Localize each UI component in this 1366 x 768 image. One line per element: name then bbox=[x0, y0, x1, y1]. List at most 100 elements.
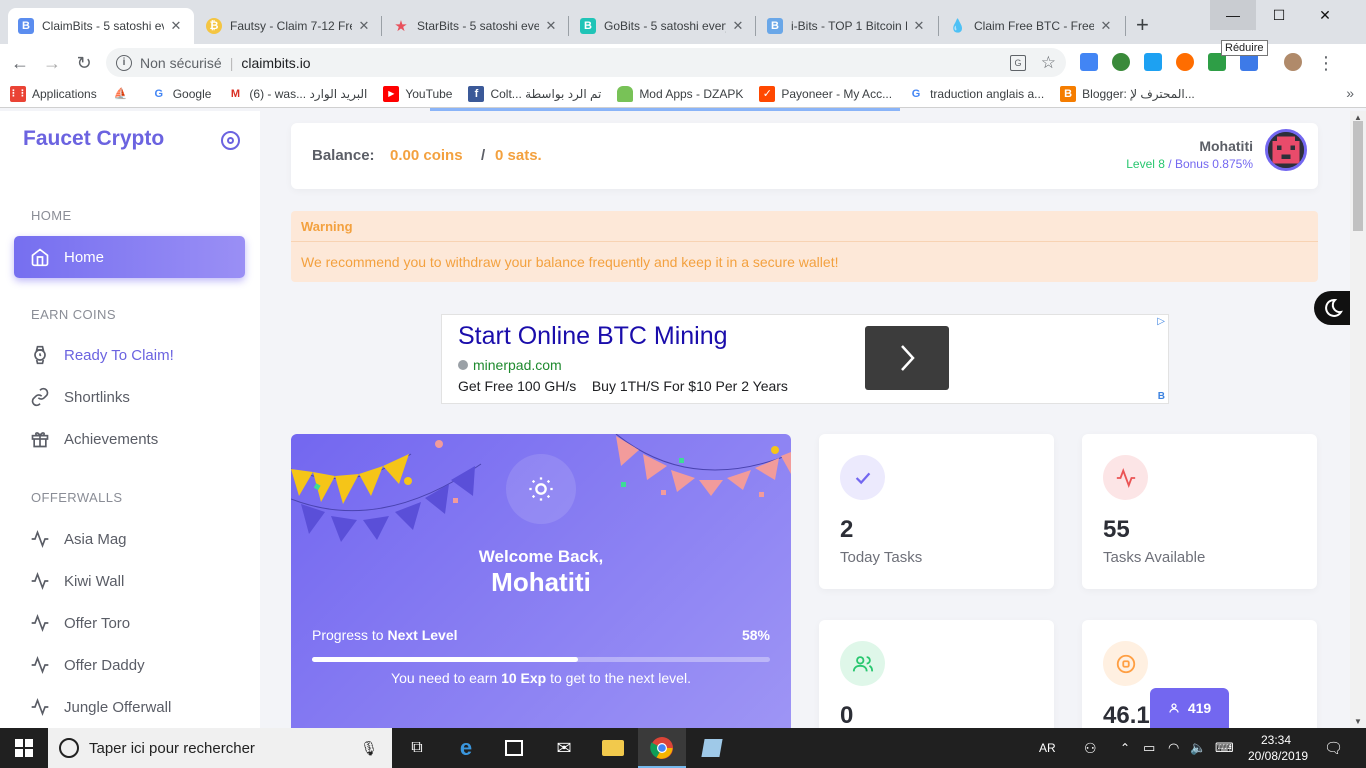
bookmark-boat[interactable]: ⛵ bbox=[113, 86, 135, 102]
ad-url[interactable]: minerpad.com bbox=[458, 357, 562, 373]
close-tab-icon[interactable]: ✕ bbox=[1098, 18, 1114, 34]
close-tab-icon[interactable]: ✕ bbox=[730, 18, 746, 34]
bookmarks-overflow-button[interactable]: » bbox=[1346, 85, 1354, 101]
bookmark-dzapk[interactable]: Mod Apps - DZAPK bbox=[617, 85, 743, 102]
watch-icon bbox=[30, 345, 50, 365]
bookmark-translate[interactable]: G traduction anglais a... bbox=[908, 86, 1044, 102]
image-extension-icon[interactable] bbox=[1144, 53, 1162, 71]
address-bar[interactable]: i Non sécurisé | claimbits.io G ☆ bbox=[106, 48, 1066, 77]
online-users-badge[interactable]: 419 bbox=[1150, 688, 1229, 728]
target-extension-icon[interactable] bbox=[1176, 53, 1194, 71]
dark-mode-toggle[interactable] bbox=[1314, 291, 1350, 325]
tab-ibits[interactable]: B i-Bits - TOP 1 Bitcoin Fa ✕ bbox=[757, 8, 937, 44]
bookmark-google[interactable]: G Google bbox=[151, 86, 211, 102]
bookmark-payoneer[interactable]: ✓ Payoneer - My Acc... bbox=[759, 85, 892, 102]
tab-title: StarBits - 5 satoshi eve bbox=[417, 19, 539, 33]
start-button[interactable] bbox=[0, 728, 48, 768]
close-tab-icon[interactable]: ✕ bbox=[168, 18, 184, 34]
advertisement-banner[interactable]: Start Online BTC Mining minerpad.com Get… bbox=[441, 314, 1169, 404]
chrome-menu-icon[interactable]: ⋮ bbox=[1313, 50, 1339, 76]
wifi-icon[interactable]: ◠ bbox=[1168, 728, 1179, 768]
system-clock[interactable]: 23:34 20/08/2019 bbox=[1248, 732, 1308, 764]
info-icon[interactable]: i bbox=[116, 54, 132, 71]
close-tab-icon[interactable]: ✕ bbox=[356, 18, 372, 34]
globe-extension-icon[interactable] bbox=[1112, 53, 1130, 71]
bookmark-gmail[interactable]: M (6) - was... البريد الوارد bbox=[227, 86, 367, 102]
input-language[interactable]: AR bbox=[1039, 728, 1056, 768]
battery-icon[interactable]: ▭ bbox=[1143, 728, 1155, 768]
sidebar-item-jungle-offerwall[interactable]: Jungle Offerwall bbox=[14, 686, 245, 728]
tab-fautsy[interactable]: ₿ Fautsy - Claim 7-12 Fre ✕ bbox=[196, 8, 382, 44]
bookmark-star-icon[interactable]: ☆ bbox=[1041, 53, 1056, 73]
task-view-icon[interactable]: ⧉ bbox=[393, 728, 441, 768]
back-button[interactable]: ← bbox=[7, 50, 33, 76]
page-content: Faucet Crypto HOME Home EARN COINS Ready… bbox=[0, 111, 1350, 728]
reload-button[interactable]: ↻ bbox=[71, 50, 97, 76]
stat-value: 0 bbox=[840, 702, 854, 728]
mail-icon[interactable]: ✉ bbox=[540, 728, 588, 768]
tab-gobits[interactable]: B GoBits - 5 satoshi every ✕ bbox=[570, 8, 756, 44]
microphone-icon[interactable]: 🎙 bbox=[360, 740, 378, 757]
new-tab-button[interactable]: + bbox=[1136, 14, 1149, 36]
activity-icon bbox=[1103, 455, 1148, 500]
home-icon bbox=[30, 247, 50, 267]
ad-title[interactable]: Start Online BTC Mining bbox=[458, 322, 728, 351]
payoneer-icon: ✓ bbox=[759, 85, 776, 102]
sidebar-item-label: Home bbox=[64, 248, 105, 266]
bookmark-blogger[interactable]: B Blogger: المحترف لإ... bbox=[1060, 85, 1195, 102]
maximize-button[interactable]: ☐ bbox=[1256, 0, 1302, 30]
balance-coins: 0.00 coins bbox=[390, 147, 463, 164]
bookmark-label: traduction anglais a... bbox=[930, 86, 1045, 101]
chevron-up-icon[interactable]: ⌃ bbox=[1120, 728, 1130, 768]
level-progress-fill bbox=[312, 657, 578, 662]
apps-grid-icon: ⋮⋮ bbox=[9, 85, 27, 102]
sidebar-item-shortlinks[interactable]: Shortlinks bbox=[14, 376, 245, 418]
sidebar-item-ready-to-claim[interactable]: Ready To Claim! bbox=[14, 334, 245, 376]
url-text[interactable]: claimbits.io bbox=[241, 55, 310, 71]
scroll-down-arrow-icon[interactable]: ▼ bbox=[1354, 717, 1362, 726]
minimize-button[interactable]: — bbox=[1210, 0, 1256, 30]
keyboard-icon[interactable]: ⌨ bbox=[1215, 728, 1234, 768]
sidebar-item-achievements[interactable]: Achievements bbox=[14, 418, 245, 460]
translate-icon[interactable]: G bbox=[1010, 54, 1026, 71]
notes-app-icon[interactable] bbox=[688, 728, 736, 768]
brand-logo[interactable]: Faucet Crypto bbox=[23, 127, 164, 151]
tab-claim-free-btc[interactable]: 💧 Claim Free BTC - Free B ✕ bbox=[940, 8, 1124, 44]
tab-starbits[interactable]: ★ StarBits - 5 satoshi eve ✕ bbox=[383, 8, 569, 44]
bookmark-facebook[interactable]: f Colt... تم الرد بواسطة bbox=[468, 85, 601, 102]
people-icon[interactable]: ⚇ bbox=[1084, 728, 1097, 768]
taskbar-search-box[interactable]: Taper ici pour rechercher 🎙 bbox=[48, 728, 392, 768]
sidebar-item-home[interactable]: Home bbox=[14, 236, 245, 278]
page-scrollbar[interactable]: ▲ ▼ bbox=[1350, 111, 1366, 728]
close-tab-icon[interactable]: ✕ bbox=[543, 18, 559, 34]
profile-avatar-icon[interactable] bbox=[1284, 53, 1302, 71]
sidebar-item-kiwi-wall[interactable]: Kiwi Wall bbox=[14, 560, 245, 602]
stat-label: Tasks Available bbox=[1103, 549, 1206, 566]
sidebar-item-offer-daddy[interactable]: Offer Daddy bbox=[14, 644, 245, 686]
bookmark-youtube[interactable]: ▶ YouTube bbox=[383, 85, 452, 102]
file-explorer-icon[interactable] bbox=[589, 728, 637, 768]
username[interactable]: Mohatiti bbox=[1199, 138, 1253, 154]
bookmark-applications[interactable]: ⋮⋮ Applications bbox=[9, 85, 97, 102]
sidebar-item-offer-toro[interactable]: Offer Toro bbox=[14, 602, 245, 644]
chrome-taskbar-icon[interactable] bbox=[638, 728, 686, 768]
progress-message-post: to get to the next level. bbox=[550, 670, 691, 686]
translate-extension-icon[interactable] bbox=[1080, 53, 1098, 71]
close-tab-icon[interactable]: ✕ bbox=[911, 18, 927, 34]
volume-icon[interactable]: 🔈 bbox=[1190, 728, 1206, 768]
droplet-favicon-icon: 💧 bbox=[949, 18, 967, 33]
avatar[interactable] bbox=[1265, 129, 1307, 171]
adchoices-icon[interactable]: ▷ bbox=[1157, 316, 1165, 327]
tab-claimbits[interactable]: B ClaimBits - 5 satoshi ev ✕ bbox=[8, 8, 194, 44]
forward-button[interactable]: → bbox=[39, 50, 65, 76]
sidebar-item-asia-mag[interactable]: Asia Mag bbox=[14, 518, 245, 560]
edge-icon[interactable]: e bbox=[442, 728, 490, 768]
store-icon[interactable] bbox=[490, 728, 538, 768]
user-bonus: Bonus 0.875% bbox=[1174, 157, 1253, 171]
ad-arrow-button[interactable] bbox=[865, 326, 949, 390]
tab-title: Claim Free BTC - Free B bbox=[974, 19, 1094, 33]
close-window-button[interactable]: ✕ bbox=[1302, 0, 1348, 30]
scrollbar-thumb[interactable] bbox=[1353, 121, 1363, 231]
sidebar-toggle-icon[interactable] bbox=[221, 131, 240, 150]
notifications-icon[interactable]: 🗨 bbox=[1324, 728, 1343, 768]
